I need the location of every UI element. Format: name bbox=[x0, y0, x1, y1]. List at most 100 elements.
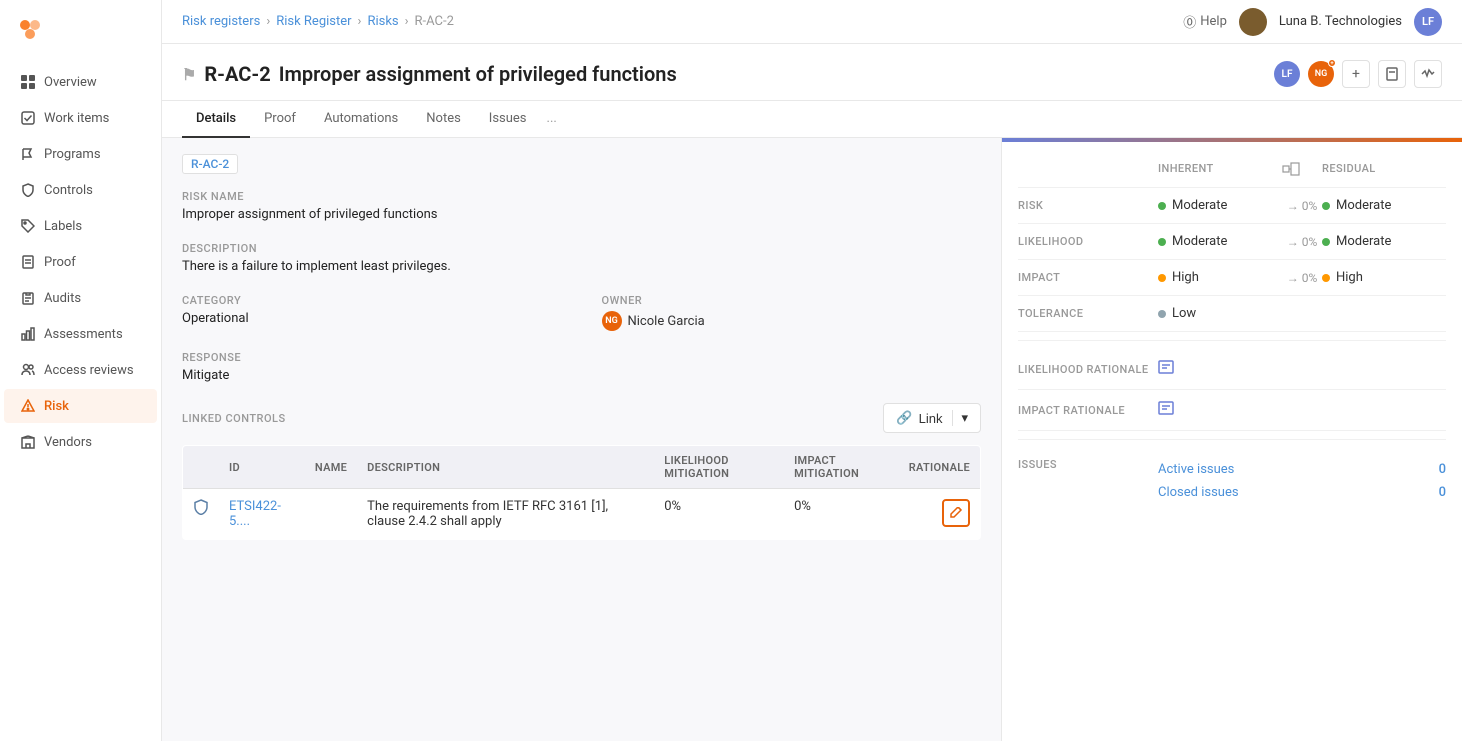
tag-icon bbox=[20, 218, 36, 234]
risk-tolerance-dot bbox=[1158, 310, 1166, 318]
risk-row-impact: IMPACT High → 0% High bbox=[1018, 260, 1446, 296]
category-label: CATEGORY bbox=[182, 294, 562, 307]
risk-col-arrow bbox=[1282, 162, 1322, 179]
right-panel: INHERENT RESIDUAL RISK Moderate → bbox=[1002, 138, 1462, 741]
col-impact: IMPACT MITIGATION bbox=[784, 446, 899, 489]
tab-automations[interactable]: Automations bbox=[310, 101, 412, 138]
sidebar-item-vendors[interactable]: Vendors bbox=[4, 425, 157, 459]
row-impact-cell: 0% bbox=[784, 489, 899, 540]
issues-list: Active issues 0 Closed issues 0 bbox=[1158, 458, 1446, 504]
sidebar-item-risk[interactable]: Risk bbox=[4, 389, 157, 423]
response-label: RESPONSE bbox=[182, 351, 981, 364]
breadcrumb-current: R-AC-2 bbox=[415, 14, 454, 29]
row-ctrl-icon bbox=[193, 504, 209, 519]
activity-button[interactable] bbox=[1414, 60, 1442, 88]
sidebar-item-controls[interactable]: Controls bbox=[4, 173, 157, 207]
sidebar-item-audits[interactable]: Audits bbox=[4, 281, 157, 315]
risk-inherent-dot-likelihood bbox=[1158, 238, 1166, 246]
page-title-area: ⚑ R-AC-2 Improper assignment of privileg… bbox=[182, 62, 677, 98]
impact-rationale-edit[interactable] bbox=[1158, 400, 1446, 420]
breadcrumb-sep-3: › bbox=[405, 14, 409, 29]
help-button[interactable]: ⓪ Help bbox=[1183, 12, 1227, 31]
risk-residual-val-impact: High bbox=[1336, 270, 1363, 285]
row-description-cell: The requirements from IETF RFC 3161 [1],… bbox=[357, 489, 654, 540]
active-issues-link[interactable]: Active issues bbox=[1158, 462, 1234, 477]
app-logo[interactable] bbox=[0, 8, 161, 64]
risk-tolerance-val: Low bbox=[1172, 306, 1196, 321]
closed-issues-link[interactable]: Closed issues bbox=[1158, 485, 1239, 500]
link-btn-arrow: ▾ bbox=[952, 410, 968, 426]
risk-inherent-likelihood: Moderate bbox=[1158, 234, 1282, 249]
sidebar-item-programs[interactable]: Programs bbox=[4, 137, 157, 171]
tab-issues[interactable]: Issues bbox=[475, 101, 541, 138]
risk-label-tolerance: TOLERANCE bbox=[1018, 307, 1158, 320]
shield-icon bbox=[20, 182, 36, 198]
sidebar-item-work-items[interactable]: Work items bbox=[4, 101, 157, 135]
sidebar-label-access-reviews: Access reviews bbox=[44, 363, 134, 378]
tab-notes[interactable]: Notes bbox=[412, 101, 475, 138]
add-avatar-button[interactable]: + bbox=[1342, 60, 1370, 88]
sidebar-label-vendors: Vendors bbox=[44, 435, 92, 450]
col-description: DESCRIPTION bbox=[357, 446, 654, 489]
risk-arrow-impact: → 0% bbox=[1282, 271, 1322, 285]
tab-proof[interactable]: Proof bbox=[250, 101, 310, 138]
linked-controls-label: LINKED CONTROLS bbox=[182, 412, 286, 425]
grid-icon bbox=[20, 74, 36, 90]
tab-details[interactable]: Details bbox=[182, 101, 250, 138]
page-title-icon: ⚑ bbox=[182, 65, 196, 84]
risk-divider-1 bbox=[1018, 340, 1446, 341]
tab-more[interactable]: ... bbox=[541, 101, 563, 138]
link-button[interactable]: 🔗 Link ▾ bbox=[883, 403, 981, 433]
response-value: Mitigate bbox=[182, 368, 981, 383]
edit-rationale-button[interactable] bbox=[942, 499, 970, 527]
file-icon bbox=[20, 254, 36, 270]
row-name-cell bbox=[305, 489, 357, 540]
page-avatar-lf: LF bbox=[1274, 61, 1300, 87]
breadcrumb: Risk registers › Risk Register › Risks ›… bbox=[182, 14, 454, 29]
risk-residual-likelihood: Moderate bbox=[1322, 234, 1446, 249]
impact-rationale-row: IMPACT RATIONALE bbox=[1018, 390, 1446, 431]
risk-residual-dot-impact bbox=[1322, 274, 1330, 282]
sidebar-label-audits: Audits bbox=[44, 291, 81, 306]
sidebar-item-labels[interactable]: Labels bbox=[4, 209, 157, 243]
user-name: Luna B. Technologies bbox=[1279, 14, 1402, 29]
likelihood-rationale-edit[interactable] bbox=[1158, 359, 1446, 379]
breadcrumb-risk-registers[interactable]: Risk registers bbox=[182, 14, 260, 29]
risk-col-blank bbox=[1018, 162, 1158, 179]
risk-residual-impact: High bbox=[1322, 270, 1446, 285]
sidebar-label-assessments: Assessments bbox=[44, 327, 123, 342]
sidebar-item-overview[interactable]: Overview bbox=[4, 65, 157, 99]
sidebar-item-access-reviews[interactable]: Access reviews bbox=[4, 353, 157, 387]
link-btn-label: Link bbox=[919, 411, 943, 426]
category-owner-row: CATEGORY Operational OWNER NG Nicole Gar… bbox=[182, 294, 981, 331]
issues-label: ISSUES bbox=[1018, 458, 1158, 471]
col-name: NAME bbox=[305, 446, 357, 489]
owner-name: Nicole Garcia bbox=[628, 314, 705, 329]
sidebar-label-labels: Labels bbox=[44, 219, 82, 234]
risk-row-tolerance: TOLERANCE Low bbox=[1018, 296, 1446, 332]
record-id-bold: R-AC-2 bbox=[204, 62, 270, 86]
risk-residual-dot-likelihood bbox=[1322, 238, 1330, 246]
help-icon: ⓪ bbox=[1183, 12, 1196, 31]
risk-residual-val-risk: Moderate bbox=[1336, 198, 1391, 213]
sidebar-item-assessments[interactable]: Assessments bbox=[4, 317, 157, 351]
user-avatar-photo bbox=[1239, 8, 1267, 36]
category-field: CATEGORY Operational bbox=[182, 294, 562, 331]
edit-icon-wrapper bbox=[909, 499, 970, 527]
breadcrumb-risk-register[interactable]: Risk Register bbox=[276, 14, 351, 29]
category-value: Operational bbox=[182, 311, 562, 326]
risk-table-headers: INHERENT RESIDUAL bbox=[1018, 154, 1446, 188]
risk-residual-dot-risk bbox=[1322, 202, 1330, 210]
sidebar-label-risk: Risk bbox=[44, 399, 69, 414]
control-id-link[interactable]: ETSI422-5.... bbox=[229, 499, 281, 529]
owner-value: NG Nicole Garcia bbox=[602, 311, 982, 331]
risk-inherent-val-impact: High bbox=[1172, 270, 1199, 285]
breadcrumb-risks[interactable]: Risks bbox=[367, 14, 398, 29]
bookmark-button[interactable] bbox=[1378, 60, 1406, 88]
sidebar-item-proof[interactable]: Proof bbox=[4, 245, 157, 279]
risk-label-impact: IMPACT bbox=[1018, 271, 1158, 284]
sidebar-label-programs: Programs bbox=[44, 147, 101, 162]
risk-name-label: RISK NAME bbox=[182, 190, 981, 203]
help-label: Help bbox=[1200, 14, 1227, 29]
row-rationale-cell bbox=[899, 489, 981, 540]
